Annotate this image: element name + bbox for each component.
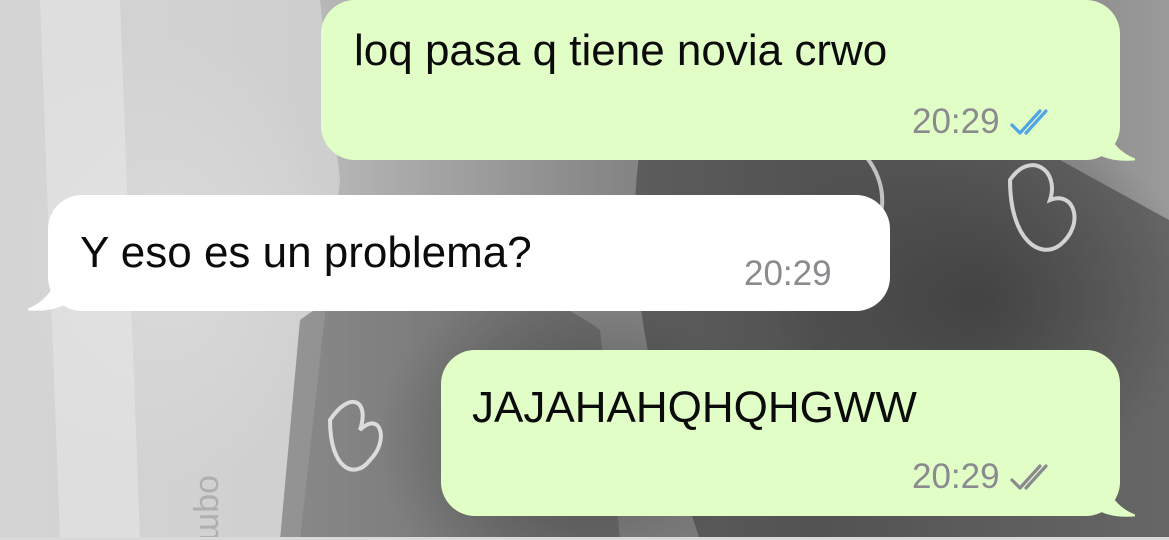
message-text: loq pasa q tiene novia crwo <box>354 26 888 75</box>
message-meta: 20:29 <box>912 459 1058 494</box>
bubble-tail <box>1095 478 1135 517</box>
message-meta: 20:29 <box>744 256 832 291</box>
chat-area: oqme loq pasa q tiene novia crwo 20:29 Y… <box>0 0 1169 540</box>
read-double-check-icon <box>1009 108 1048 135</box>
message-time: 20:29 <box>912 457 1000 496</box>
bubble-tail <box>28 272 68 311</box>
message-time: 20:29 <box>912 102 1000 141</box>
message-time: 20:29 <box>744 254 832 293</box>
bubble-tail <box>1095 122 1135 161</box>
message-text: JAJAHAHQHQHGWW <box>472 383 917 432</box>
message-text: Y eso es un problema? <box>80 228 532 277</box>
delivered-double-check-icon <box>1009 463 1048 490</box>
svg-text:oqme: oqme <box>192 475 230 540</box>
message-meta: 20:29 <box>912 104 1058 139</box>
